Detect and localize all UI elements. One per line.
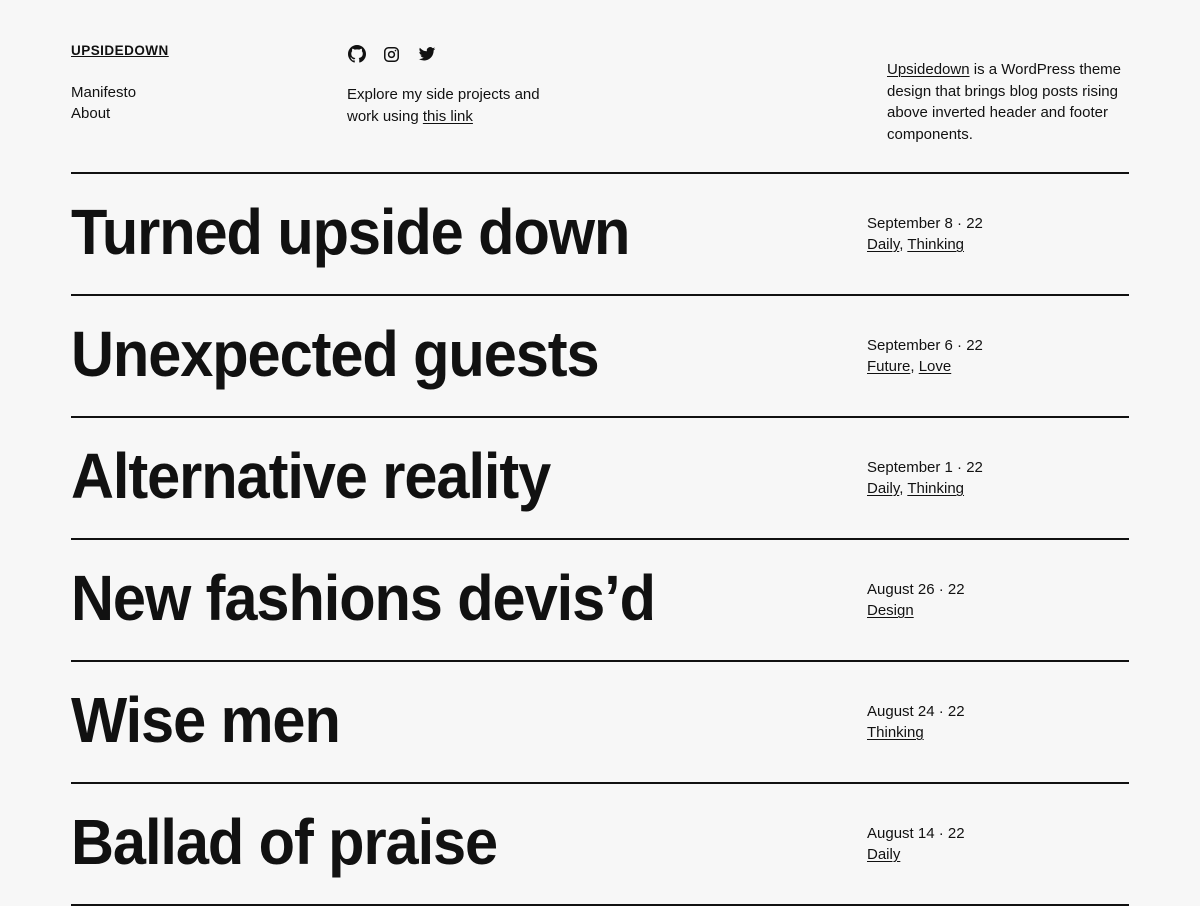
side-projects-blurb: Explore my side projects and work using … <box>347 84 562 127</box>
post-categories: Daily <box>867 844 1129 866</box>
post-date: August 26 · 22 <box>867 580 965 598</box>
post-title-link[interactable]: Unexpected guests <box>71 322 811 388</box>
category-link[interactable]: Future <box>867 358 910 375</box>
table-row: Ballad of praise August 14 · 22 Daily <box>71 784 1129 906</box>
instagram-icon[interactable] <box>382 45 401 64</box>
github-icon[interactable] <box>347 45 366 64</box>
table-row: Alternative reality September 1 · 22 Dai… <box>71 418 1129 540</box>
post-date: September 8 · 22 <box>867 214 983 232</box>
post-date: September 1 · 22 <box>867 458 983 476</box>
post-meta: August 24 · 22 Thinking <box>867 701 1129 744</box>
post-meta: August 14 · 22 Daily <box>867 823 1129 866</box>
post-meta: September 8 · 22 Daily, Thinking <box>867 213 1129 256</box>
category-link[interactable]: Thinking <box>867 724 924 741</box>
post-categories: Daily, Thinking <box>867 234 1129 256</box>
header-brand-column: UPSIDEDOWN Manifesto About <box>71 44 347 125</box>
site-title[interactable]: UPSIDEDOWN <box>71 44 347 58</box>
post-date: August 14 · 22 <box>867 824 965 842</box>
table-row: Unexpected guests September 6 · 22 Futur… <box>71 296 1129 418</box>
category-link[interactable]: Daily <box>867 236 899 253</box>
upsidedown-link[interactable]: Upsidedown <box>887 61 970 78</box>
nav-link-about[interactable]: About <box>71 105 110 122</box>
post-title-link[interactable]: Wise men <box>71 688 811 754</box>
post-meta: August 26 · 22 Design <box>867 579 1129 622</box>
category-link[interactable]: Daily <box>867 846 900 863</box>
post-categories: Thinking <box>867 722 1129 744</box>
post-categories: Future, Love <box>867 356 1129 378</box>
post-meta: September 1 · 22 Daily, Thinking <box>867 457 1129 500</box>
page-wrapper: UPSIDEDOWN Manifesto About Explore my si… <box>71 0 1129 906</box>
nav-link-manifesto[interactable]: Manifesto <box>71 84 136 101</box>
category-link[interactable]: Thinking <box>907 480 964 497</box>
post-categories: Design <box>867 600 1129 622</box>
post-categories: Daily, Thinking <box>867 478 1129 500</box>
header-social-column: Explore my side projects and work using … <box>347 44 647 142</box>
nav-item-manifesto[interactable]: Manifesto <box>71 82 347 104</box>
post-title-link[interactable]: New fashions devis’d <box>71 566 811 632</box>
header-description-column: Upsidedown is a WordPress theme design t… <box>647 44 1129 160</box>
nav-item-about[interactable]: About <box>71 103 347 125</box>
theme-description: Upsidedown is a WordPress theme design t… <box>887 59 1129 145</box>
post-title-link[interactable]: Alternative reality <box>71 444 811 510</box>
category-link[interactable]: Daily <box>867 480 899 497</box>
social-icon-list <box>347 44 647 64</box>
post-meta: September 6 · 22 Future, Love <box>867 335 1129 378</box>
category-separator: , <box>910 358 919 375</box>
this-link[interactable]: this link <box>423 108 473 125</box>
post-title-link[interactable]: Turned upside down <box>71 200 811 266</box>
post-list: Turned upside down September 8 · 22 Dail… <box>71 172 1129 906</box>
site-header: UPSIDEDOWN Manifesto About Explore my si… <box>71 44 1129 162</box>
post-date: September 6 · 22 <box>867 336 983 354</box>
post-date: August 24 · 22 <box>867 702 965 720</box>
twitter-icon[interactable] <box>417 45 436 64</box>
table-row: New fashions devis’d August 26 · 22 Desi… <box>71 540 1129 662</box>
category-link[interactable]: Love <box>919 358 952 375</box>
category-link[interactable]: Thinking <box>907 236 964 253</box>
primary-nav: Manifesto About <box>71 82 347 125</box>
category-link[interactable]: Design <box>867 602 914 619</box>
table-row: Wise men August 24 · 22 Thinking <box>71 662 1129 784</box>
table-row: Turned upside down September 8 · 22 Dail… <box>71 174 1129 296</box>
post-title-link[interactable]: Ballad of praise <box>71 810 811 876</box>
